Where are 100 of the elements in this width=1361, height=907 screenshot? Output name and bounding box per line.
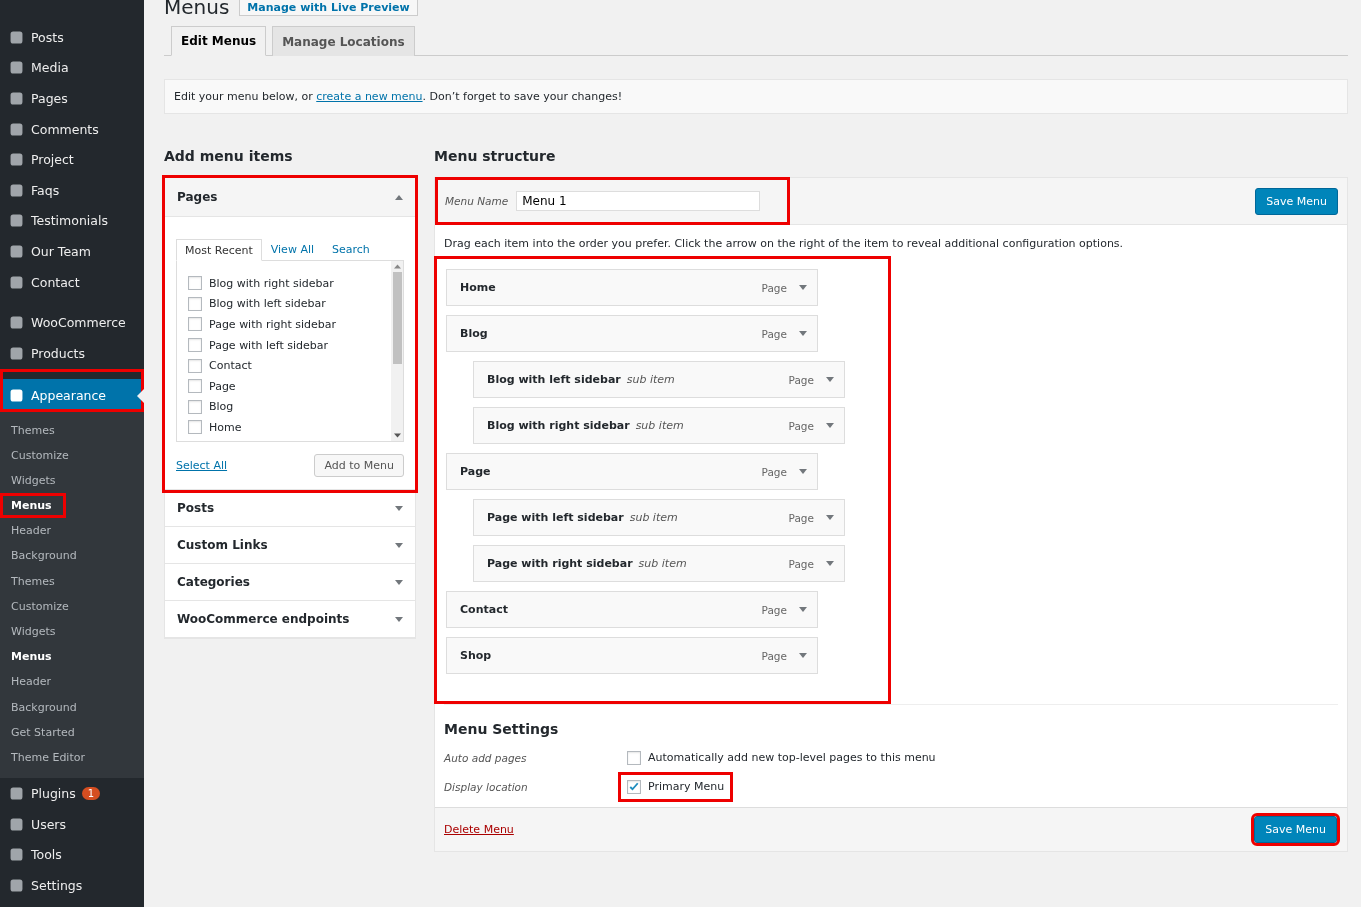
tab[interactable]: Edit Menus (171, 26, 267, 56)
dropdown-arrow-icon[interactable] (799, 607, 807, 612)
checkbox[interactable] (188, 379, 202, 394)
page-label: Blog with right sidebar (209, 276, 334, 290)
accordion-header[interactable]: Pages (165, 178, 415, 217)
toggle-arrow-icon (395, 505, 403, 511)
menu-item[interactable]: Blog with right sidebar sub item Page (473, 407, 845, 444)
dropdown-arrow-icon[interactable] (826, 561, 834, 566)
tab[interactable]: Manage Locations (272, 26, 415, 56)
item-type: Page (761, 281, 787, 294)
sidebar-item[interactable]: Products (0, 337, 144, 369)
submenu-item[interactable]: Menus (0, 644, 62, 670)
sidebar-item[interactable]: Our Team (0, 236, 144, 267)
submenu-item[interactable]: Background (0, 543, 87, 569)
option-label: Primary Menu (648, 780, 725, 793)
select-all-link[interactable]: Select All (176, 459, 228, 472)
sidebar-item[interactable]: Faqs (0, 174, 144, 206)
add-to-menu-button[interactable]: Add to Menu (314, 454, 404, 477)
scroll-up-arrow-icon[interactable] (393, 264, 401, 269)
create-menu-link[interactable]: create a new menu (316, 90, 423, 103)
submenu-item[interactable]: Themes (0, 417, 65, 443)
menu-name-field[interactable]: Menu 1 (516, 191, 761, 211)
checkbox[interactable] (188, 296, 202, 311)
submenu-item[interactable]: Menus (0, 493, 66, 519)
menu-item[interactable]: Page Page (446, 453, 818, 490)
dropdown-arrow-icon[interactable] (826, 423, 834, 428)
sidebar-item[interactable]: Comments (0, 113, 144, 145)
menu-item-title: Home (460, 281, 496, 294)
dropdown-arrow-icon[interactable] (799, 331, 807, 336)
submenu-item[interactable]: Theme Editor (0, 744, 95, 771)
sub-item-note: sub item (629, 511, 678, 524)
checkbox[interactable] (627, 779, 641, 794)
checkbox[interactable] (188, 317, 202, 332)
dropdown-arrow-icon[interactable] (826, 515, 834, 520)
checkbox[interactable] (627, 750, 641, 765)
sub-item-note: sub item (635, 419, 684, 432)
submenu-item[interactable]: Get Started (0, 719, 85, 745)
option-label: Automatically add new top-level pages to this menu (648, 751, 936, 764)
save-menu-button[interactable]: Save Menu (1255, 187, 1338, 215)
sidebar-item[interactable]: Appearance (0, 368, 144, 412)
save-menu-button[interactable]: Save Menu (1254, 816, 1337, 843)
sidebar-item[interactable]: Project (0, 144, 144, 175)
sidebar-item[interactable]: Posts (0, 22, 144, 53)
submenu-item[interactable]: Background (0, 694, 87, 720)
submenu-item[interactable]: Widgets (0, 467, 66, 494)
item-type: Page (788, 511, 814, 524)
panel-tab[interactable]: Most Recent (176, 239, 262, 261)
checkbox[interactable] (188, 276, 202, 291)
sub-item-note: sub item (638, 557, 687, 570)
sidebar-item[interactable]: Contact (0, 266, 144, 298)
sidebar-item[interactable]: Pages (0, 83, 144, 114)
panel-title: Categories (177, 575, 250, 589)
panel-title: Custom Links (177, 538, 268, 552)
field-label: Menu Name (445, 195, 509, 207)
submenu-item[interactable]: Themes (0, 568, 65, 594)
dropdown-arrow-icon[interactable] (826, 377, 834, 382)
menu-item[interactable]: Contact Page (446, 591, 818, 628)
scroll-down-arrow-icon[interactable] (393, 433, 401, 438)
sidebar-item[interactable]: Testimonials (0, 205, 144, 237)
sidebar-item[interactable]: Plugins 1 (0, 778, 144, 809)
item-type: Page (788, 557, 814, 570)
toggle-arrow-icon (395, 579, 403, 585)
menu-item-title: Blog with right sidebar (487, 419, 630, 432)
menu-item[interactable]: Page with left sidebar sub item Page (473, 499, 845, 536)
section-heading: Menu structure (434, 148, 557, 164)
page-label: Blog (209, 400, 234, 414)
checkbox[interactable] (188, 358, 202, 373)
menu-item[interactable]: Blog with left sidebar sub item Page (473, 361, 845, 398)
panel-tab[interactable]: Search (323, 239, 379, 260)
submenu-item[interactable]: Customize (0, 442, 79, 468)
dropdown-arrow-icon[interactable] (799, 653, 807, 658)
menu-item-title: Page with right sidebar (487, 557, 633, 570)
checkbox[interactable] (188, 420, 202, 435)
dropdown-arrow-icon[interactable] (799, 285, 807, 290)
checkbox[interactable] (188, 338, 202, 353)
sidebar-item[interactable]: Tools (0, 839, 144, 870)
menu-item[interactable]: Blog Page (446, 315, 818, 352)
panel-tab[interactable]: View All (261, 239, 324, 260)
page-title: Menus (164, 0, 230, 17)
menu-item[interactable]: Shop Page (446, 637, 818, 674)
submenu-item[interactable]: Header (0, 669, 62, 695)
setting-label: Display location (444, 780, 529, 793)
menu-item[interactable]: Page with right sidebar sub item Page (473, 545, 845, 582)
submenu-item[interactable]: Customize (0, 593, 79, 620)
delete-menu-link[interactable]: Delete Menu (444, 823, 514, 836)
settings-heading: Menu Settings (444, 721, 560, 737)
page-label: Page with right sidebar (209, 318, 337, 331)
live-preview-button[interactable]: Manage with Live Preview (239, 0, 418, 16)
checkbox[interactable] (188, 399, 202, 414)
notice: Edit your menu below, or create a new menu. Don’t forget to save your changes! (164, 79, 1348, 114)
sidebar-item[interactable]: Media (0, 52, 144, 84)
item-type: Page (788, 419, 814, 432)
menu-item[interactable]: Home Page (446, 269, 818, 306)
submenu-item[interactable]: Widgets (0, 619, 66, 645)
page-label: Contact (209, 359, 252, 373)
sidebar-item[interactable]: Users (0, 808, 144, 840)
scrollbar[interactable] (391, 261, 403, 441)
submenu-item[interactable]: Header (0, 518, 62, 544)
dropdown-arrow-icon[interactable] (799, 469, 807, 474)
sidebar-item[interactable]: Settings (0, 869, 144, 901)
